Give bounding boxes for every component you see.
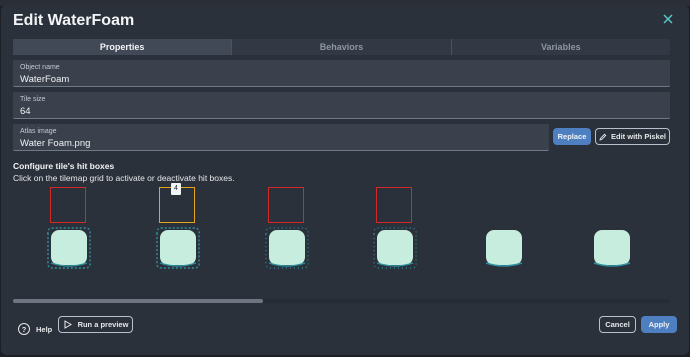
- foam-tile-4[interactable]: [370, 225, 420, 271]
- hitbox-section-subtitle: Click on the tilemap grid to activate or…: [13, 173, 235, 183]
- tab-behaviors[interactable]: Behaviors: [232, 39, 452, 55]
- foam-tile-5[interactable]: [479, 225, 529, 271]
- tilemap-scrollbar-thumb[interactable]: [13, 299, 263, 303]
- edit-with-piskel-button[interactable]: Edit with Piskel: [595, 128, 670, 145]
- tile-size-field[interactable]: Tile size 64: [13, 92, 670, 119]
- tile-size-value[interactable]: 64: [20, 106, 31, 117]
- edit-object-dialog: Edit WaterFoam Properties Behaviors Vari…: [1, 5, 689, 355]
- replace-button[interactable]: Replace: [553, 128, 591, 145]
- apply-button[interactable]: Apply: [641, 316, 677, 333]
- foam-tile-1[interactable]: [44, 225, 94, 271]
- atlas-image-field[interactable]: Atlas image Water Foam.png: [13, 124, 549, 151]
- tilemap-scrollbar[interactable]: [13, 299, 670, 303]
- foam-tile-3[interactable]: [262, 225, 312, 271]
- hitbox-tile-1[interactable]: [50, 187, 86, 223]
- hitbox-section-title: Configure tile's hit boxes: [13, 161, 115, 171]
- atlas-image-label: Atlas image: [20, 128, 57, 135]
- hitbox-tile-4[interactable]: [376, 187, 412, 223]
- tile-index-tooltip: 4: [171, 183, 181, 195]
- tilemap-grid[interactable]: 4: [13, 183, 670, 303]
- object-name-label: Object name: [20, 64, 60, 71]
- run-preview-button[interactable]: Run a preview: [58, 316, 133, 333]
- tile-size-label: Tile size: [20, 96, 46, 103]
- object-name-field[interactable]: Object name WaterFoam: [13, 60, 670, 87]
- run-preview-label: Run a preview: [77, 320, 129, 329]
- dialog-title: Edit WaterFoam: [13, 12, 135, 29]
- help-button[interactable]: ? Help: [18, 323, 52, 335]
- object-name-value[interactable]: WaterFoam: [20, 74, 69, 85]
- question-circle-icon: ?: [18, 323, 30, 335]
- foam-tile-6[interactable]: [587, 225, 637, 271]
- tab-variables[interactable]: Variables: [452, 39, 670, 55]
- atlas-image-value[interactable]: Water Foam.png: [20, 138, 90, 149]
- edit-with-piskel-label: Edit with Piskel: [610, 132, 666, 141]
- cancel-button[interactable]: Cancel: [599, 316, 636, 333]
- close-icon[interactable]: [661, 13, 675, 27]
- foam-tile-2[interactable]: [153, 225, 203, 271]
- tab-properties[interactable]: Properties: [13, 39, 233, 55]
- hitbox-tile-3[interactable]: [268, 187, 304, 223]
- play-icon: [64, 320, 72, 329]
- pencil-icon: [599, 133, 607, 141]
- help-label: Help: [36, 324, 53, 334]
- tab-bar: Properties Behaviors Variables: [13, 39, 670, 55]
